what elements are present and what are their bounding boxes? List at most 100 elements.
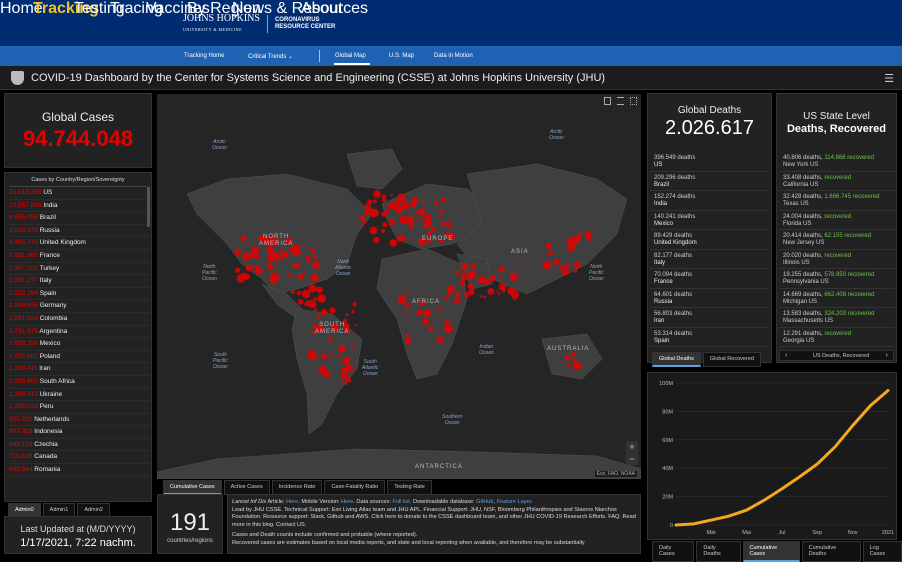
global-cases-label: Global Cases (41, 110, 115, 124)
case-bubble (317, 294, 327, 303)
menu-icon[interactable]: ☰ (884, 72, 894, 85)
lancet-link[interactable]: Here (286, 499, 298, 505)
tab-chart-2[interactable]: Cumulative Cases (742, 541, 800, 562)
zoom-out-button[interactable]: − (626, 453, 638, 465)
pager-label: US Deaths, Recovered (813, 353, 870, 359)
list-item[interactable]: 8.455.059 Brazil (9, 212, 149, 225)
tab-map-4[interactable]: Testing Rate (387, 480, 432, 495)
subnav-item-1[interactable]: Critical Trends ⌄ (248, 53, 293, 60)
state-name: Massachusetts US (783, 318, 834, 324)
list-item[interactable]: 1.435.582 Poland (9, 351, 149, 364)
case-bubble (548, 251, 554, 256)
grid-icon[interactable] (630, 97, 637, 105)
list-item[interactable]: 64.601 deaths Russia (650, 289, 768, 308)
list-item[interactable]: 32.428 deaths, 1.666.745 recovered Texas … (779, 191, 895, 211)
list-item[interactable]: 33.408 deaths, recovered California US (779, 172, 895, 191)
continent-label: NORTH AMERICA (259, 234, 294, 247)
list-item[interactable]: 13.583 deaths, 324.203 recovered Massachu… (779, 308, 895, 328)
list-icon[interactable] (617, 97, 624, 105)
tab-map-2[interactable]: Incidence Rate (271, 480, 323, 495)
list-item[interactable]: 10.557.985 India (9, 200, 149, 213)
list-item[interactable]: 19.255 deaths, 578.950 recovered Pennsylv… (779, 269, 895, 289)
pager-prev-button[interactable]: ‹ (785, 352, 787, 359)
tab-deaths-1[interactable]: Global Recovered (702, 352, 761, 367)
list-item[interactable]: 2.049.855 Germany (9, 300, 149, 313)
list-item[interactable]: 24.004 deaths, recovered Florida US (779, 211, 895, 230)
tab-chart-0[interactable]: Daily Cases (652, 541, 695, 562)
list-item[interactable]: 925.310 Netherlands (9, 414, 149, 427)
global-deaths-panel: Global Deaths 2.026.617 396.549 deaths US… (647, 93, 772, 367)
tab-chart-4[interactable]: Log Cases (862, 541, 902, 562)
tab-chart-1[interactable]: Daily Deaths (696, 541, 741, 562)
tab-chart-3[interactable]: Cumulative Deaths (801, 541, 861, 562)
list-item[interactable]: 1.891.034 Colombia (9, 313, 149, 326)
list-item[interactable]: 2.381.277 Italy (9, 275, 149, 288)
pager-next-button[interactable]: › (886, 352, 888, 359)
full-list-link[interactable]: Full list (392, 499, 409, 505)
mobile-link[interactable]: Here (341, 499, 353, 505)
case-bubble (431, 227, 436, 232)
list-item[interactable]: 89.429 deaths United Kingdom (650, 230, 768, 250)
case-value: 2.931.865 (9, 251, 38, 259)
list-item[interactable]: 82.177 deaths Italy (650, 250, 768, 269)
us-state-list[interactable]: 40.806 deaths, 114.868 recovered New York… (779, 152, 895, 350)
list-item[interactable]: 1.198.512 Ukraine (9, 389, 149, 402)
list-item[interactable]: 693.644 Romania (9, 464, 149, 477)
list-item[interactable]: 53.314 deaths Spain (650, 328, 768, 347)
list-item[interactable]: 1.330.411 Iran (9, 363, 149, 376)
tab-map-1[interactable]: Active Cases (223, 480, 270, 495)
bookmark-icon[interactable] (604, 97, 611, 105)
list-item[interactable]: 56.803 deaths Iran (650, 308, 768, 328)
list-item[interactable]: 1.791.979 Argentina (9, 326, 149, 339)
list-item[interactable]: 1.325.659 South Africa (9, 376, 149, 389)
github-link[interactable]: GitHub (476, 499, 493, 505)
list-item[interactable]: 140.241 deaths Mexico (650, 211, 768, 230)
top-navigation: JOHNS HOPKINS UNIVERSITY & MEDICINE CORO… (0, 0, 902, 46)
subnav-item-0[interactable]: Tracking Home (184, 53, 224, 59)
list-item[interactable]: 907.929 Indonesia (9, 426, 149, 439)
list-item[interactable]: 889.159 Czechia (9, 439, 149, 452)
case-value: 1.198.512 (9, 390, 38, 398)
zoom-in-button[interactable]: + (626, 441, 638, 453)
list-item[interactable]: 2.931.865 France (9, 250, 149, 263)
list-item[interactable]: 20.414 deaths, 62.155 recovered New Jerse… (779, 230, 895, 250)
list-item[interactable]: 2.387.101 Turkey (9, 263, 149, 276)
cases-list-scrollbar[interactable] (147, 187, 150, 227)
list-item[interactable]: 1.630.258 Mexico (9, 338, 149, 351)
case-value: 2.387.101 (9, 264, 38, 272)
subnav-item-4[interactable]: Data in Motion (434, 53, 473, 59)
list-item[interactable]: 70.094 deaths France (650, 269, 768, 289)
nav-item-about[interactable]: About (301, 0, 343, 18)
cases-list[interactable]: 23.819.290 US 10.557.985 India 8.455.059 B… (9, 187, 149, 503)
world-map[interactable]: Arctic Ocean Arctic Ocean North Pacific Oc… (157, 94, 641, 479)
list-item[interactable]: 23.819.290 US (9, 187, 149, 200)
list-item[interactable]: 209.296 deaths Brazil (650, 172, 768, 191)
country-name: France (37, 251, 60, 259)
state-stats: 20.020 deaths, recovered (783, 253, 891, 260)
subnav-item-2[interactable]: Global Map (335, 53, 366, 59)
case-bubble (405, 303, 411, 309)
list-item[interactable]: 1.056.023 Peru (9, 401, 149, 414)
list-item[interactable]: 710.616 Canada (9, 451, 149, 465)
cases-list-header: Cases by Country/Region/Sovereignty (31, 177, 125, 183)
tab-map-0[interactable]: Cumulative Cases (163, 480, 222, 495)
tab-deaths-0[interactable]: Global Deaths (652, 352, 701, 367)
countries-count-value: 191 (169, 509, 211, 536)
subnav-item-3[interactable]: U.S. Map (389, 53, 414, 59)
country-name: India (654, 201, 668, 207)
list-item[interactable]: 152.274 deaths India (650, 191, 768, 211)
list-item[interactable]: 12.291 deaths, recovered Georgia US (779, 328, 895, 347)
list-item[interactable]: 3.485.716 United Kingdom (9, 237, 149, 250)
case-bubble (288, 273, 292, 278)
feature-layer-link[interactable]: Feature Layer (497, 499, 532, 505)
list-item[interactable]: 14.669 deaths, 662.408 recovered Michigan… (779, 289, 895, 308)
list-item[interactable]: 40.806 deaths, 114.868 recovered New York… (779, 152, 895, 172)
list-item[interactable]: 20.020 deaths, recovered Illinois US (779, 250, 895, 269)
state-deaths: 32.428 deaths, (783, 194, 825, 200)
global-deaths-list[interactable]: 396.549 deaths US 209.296 deaths Brazil 152.… (650, 152, 768, 350)
list-item[interactable]: 3.530.379 Russia (9, 225, 149, 238)
list-item[interactable]: 2.252.164 Spain (9, 288, 149, 301)
antarctica-land (157, 448, 641, 479)
tab-map-3[interactable]: Case-Fatality Ratio (324, 480, 386, 495)
list-item[interactable]: 396.549 deaths US (650, 152, 768, 172)
